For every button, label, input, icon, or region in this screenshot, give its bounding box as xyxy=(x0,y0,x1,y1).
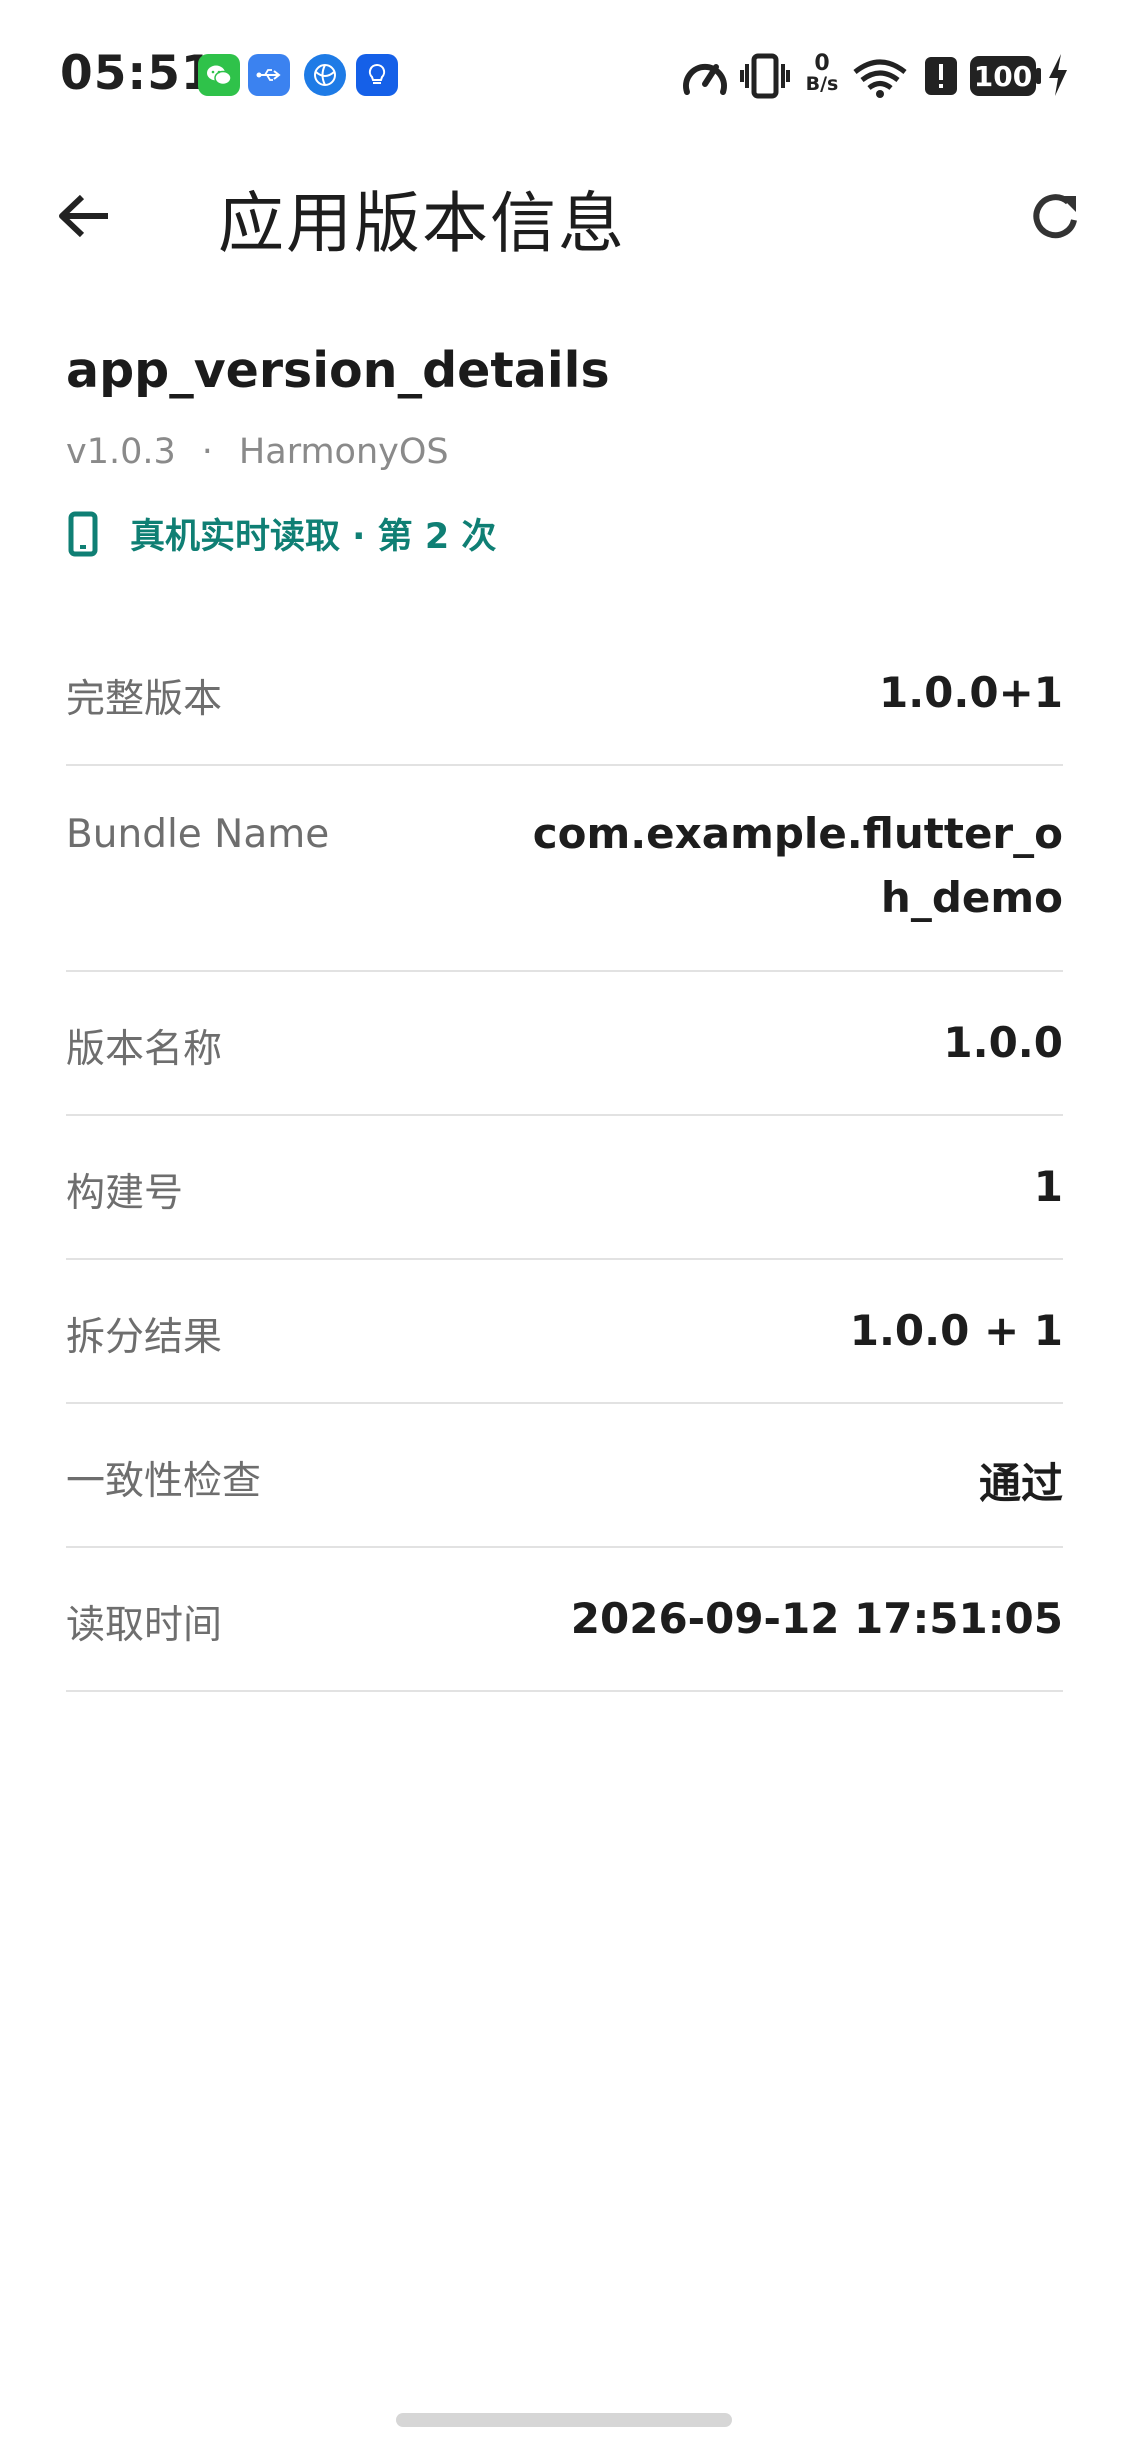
phone-icon xyxy=(68,510,108,558)
live-read-text: 真机实时读取 · 第 2 次 xyxy=(130,517,497,557)
wifi-icon xyxy=(853,59,907,98)
detail-value: 2026-09-12 17:51:05 xyxy=(570,1594,1063,1643)
network-speed: 0 B/s xyxy=(804,51,840,95)
network-speed-unit: B/s xyxy=(805,73,839,95)
battery-icon: 100 xyxy=(970,56,1036,96)
back-button[interactable] xyxy=(48,180,120,252)
app-platform: HarmonyOS xyxy=(238,432,449,472)
vibrate-icon xyxy=(740,53,790,99)
app-version: v1.0.3 xyxy=(66,432,176,472)
detail-label: 构建号 xyxy=(66,1171,184,1216)
detail-value: 1 xyxy=(1033,1162,1063,1211)
refresh-button[interactable] xyxy=(1020,182,1092,254)
detail-value: 1.0.0 xyxy=(943,1018,1063,1067)
status-time: 05:51 xyxy=(60,46,215,101)
detail-label: 拆分结果 xyxy=(66,1315,223,1360)
detail-label: 版本名称 xyxy=(66,1027,223,1072)
details-list: 完整版本 1.0.0+1 Bundle Name com.example.flu… xyxy=(66,622,1063,1692)
detail-label: Bundle Name xyxy=(66,812,330,857)
detail-label: 完整版本 xyxy=(66,677,223,722)
detail-row-split-result: 拆分结果 1.0.0 + 1 xyxy=(66,1260,1063,1404)
browser-icon xyxy=(304,54,346,96)
detail-label: 一致性检查 xyxy=(66,1459,262,1504)
app-meta: v1.0.3 · HarmonyOS xyxy=(66,432,449,472)
wechat-icon xyxy=(198,54,240,96)
arrow-back-icon xyxy=(59,194,108,238)
meta-separator: · xyxy=(201,432,213,472)
detail-row-bundle-name: Bundle Name com.example.flutter_oh_demo xyxy=(66,766,1063,972)
home-indicator[interactable] xyxy=(396,2413,732,2427)
app-screen: 05:51 0 B/s 100 应用版本信息 app_version_detai… xyxy=(0,0,1128,2444)
detail-row-version-name: 版本名称 1.0.0 xyxy=(66,972,1063,1116)
speedometer-icon xyxy=(683,63,727,95)
detail-row-read-time: 读取时间 2026-09-12 17:51:05 xyxy=(66,1548,1063,1692)
battery-tip xyxy=(1036,68,1041,84)
detail-row-build-number: 构建号 1 xyxy=(66,1116,1063,1260)
page-title: 应用版本信息 xyxy=(218,185,626,262)
battery-level: 100 xyxy=(973,59,1033,93)
alert-icon xyxy=(925,57,957,95)
detail-value: 通过 xyxy=(978,1459,1063,1508)
usb-icon xyxy=(248,54,290,96)
app-name: app_version_details xyxy=(66,342,610,399)
lightbulb-icon xyxy=(356,54,398,96)
detail-label: 读取时间 xyxy=(66,1603,223,1648)
detail-row-full-version: 完整版本 1.0.0+1 xyxy=(66,622,1063,766)
detail-value: com.example.flutter_oh_demo xyxy=(532,809,1063,922)
refresh-icon xyxy=(1033,194,1077,239)
live-read-status: 真机实时读取 · 第 2 次 xyxy=(68,508,496,559)
detail-row-consistency-check: 一致性检查 通过 xyxy=(66,1404,1063,1548)
status-bar: 05:51 0 B/s 100 xyxy=(0,0,1128,150)
network-speed-value: 0 xyxy=(814,51,830,76)
charging-icon xyxy=(1049,54,1067,96)
detail-value: 1.0.0 + 1 xyxy=(849,1306,1063,1355)
detail-value: 1.0.0+1 xyxy=(879,668,1063,717)
